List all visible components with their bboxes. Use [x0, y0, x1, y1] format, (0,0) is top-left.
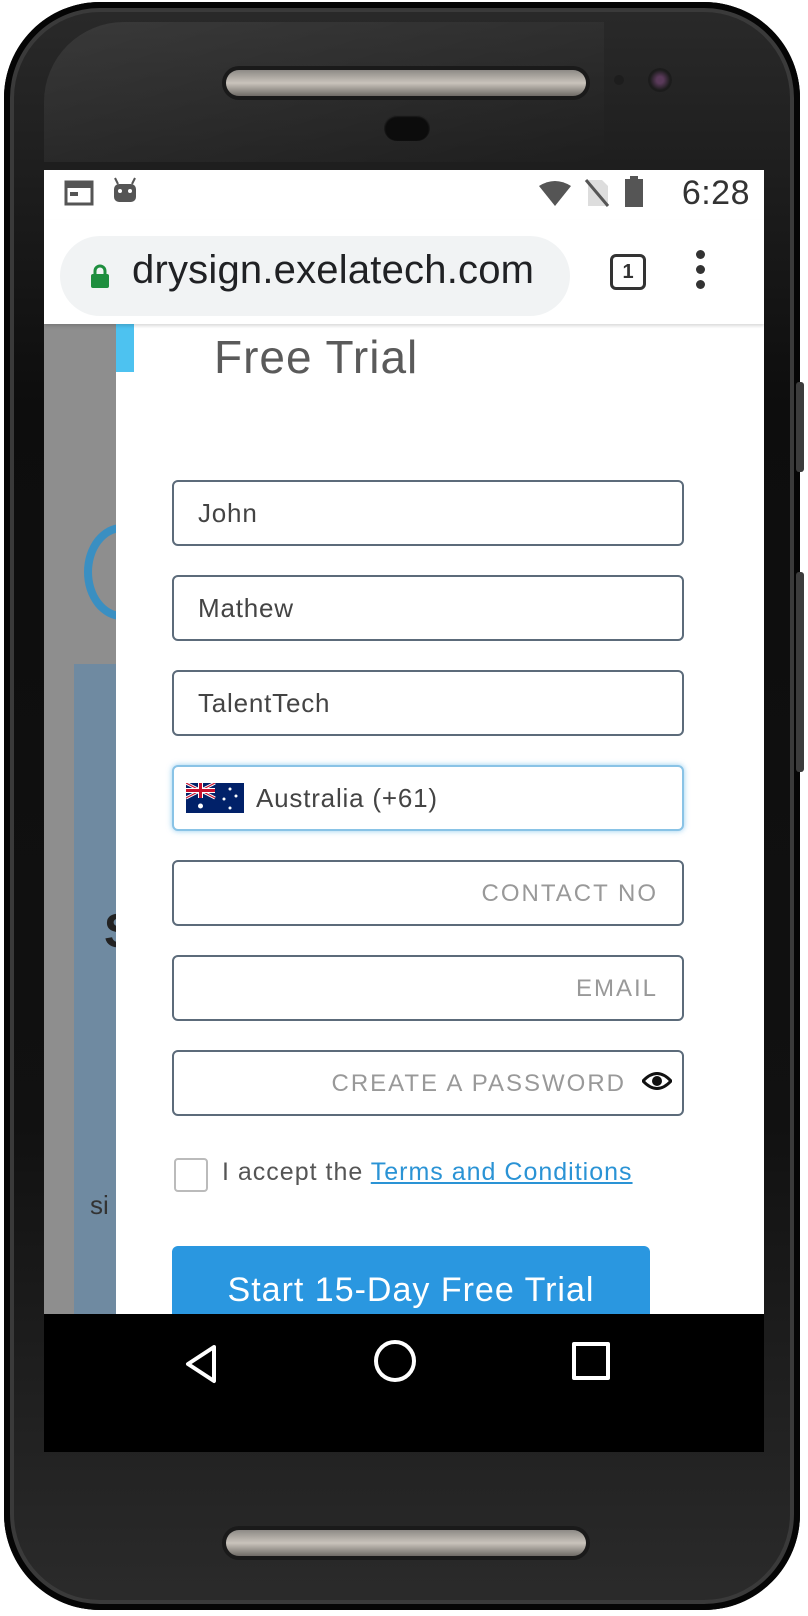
- company-value: TalentTech: [198, 688, 331, 718]
- address-bar[interactable]: drysign.exelatech.com: [60, 236, 570, 316]
- screen: 6:28 drysign.exelatech.com 1 S si Free T…: [44, 170, 764, 1452]
- contact-placeholder: CONTACT NO: [481, 880, 658, 907]
- url-text: drysign.exelatech.com: [132, 248, 535, 292]
- android-nav-bar: [44, 1314, 764, 1410]
- home-icon[interactable]: [374, 1340, 416, 1382]
- android-icon: [114, 177, 136, 202]
- overflow-menu-icon[interactable]: [694, 250, 706, 296]
- power-button: [796, 572, 804, 772]
- light-sensor: [614, 75, 624, 85]
- calendar-icon: [64, 180, 94, 206]
- password-field[interactable]: CREATE A PASSWORD: [172, 1050, 684, 1116]
- recents-icon[interactable]: [572, 1342, 610, 1380]
- company-field[interactable]: TalentTech: [172, 670, 684, 736]
- terms-link[interactable]: Terms and Conditions: [371, 1158, 633, 1186]
- first-name-value: John: [198, 498, 258, 528]
- australia-flag-icon: [186, 783, 244, 813]
- proximity-sensor: [384, 115, 430, 141]
- status-clock: 6:28: [681, 174, 750, 212]
- wifi-icon: [539, 181, 571, 206]
- country-value: Australia (+61): [256, 783, 438, 813]
- password-placeholder: CREATE A PASSWORD: [331, 1070, 626, 1097]
- nav-bar-bottom: [44, 1410, 764, 1452]
- background-text-fragment: si: [90, 1190, 109, 1220]
- last-name-value: Mathew: [198, 593, 294, 623]
- email-placeholder: EMAIL: [575, 975, 658, 1002]
- contact-number-field[interactable]: CONTACT NO: [172, 860, 684, 926]
- volume-button: [796, 382, 804, 472]
- no-sim-icon: [584, 179, 610, 207]
- status-bar: 6:28: [44, 170, 764, 220]
- earpiece-speaker: [226, 70, 586, 96]
- modal-title: Free Trial: [214, 331, 419, 383]
- last-name-field[interactable]: Mathew: [172, 575, 684, 641]
- tab-switcher-button[interactable]: 1: [610, 254, 646, 290]
- lock-icon: [91, 264, 109, 288]
- modal-accent-bar: [116, 324, 134, 372]
- country-select[interactable]: Australia (+61): [172, 765, 684, 831]
- first-name-field[interactable]: John: [172, 480, 684, 546]
- browser-toolbar: drysign.exelatech.com 1: [44, 220, 764, 324]
- front-camera: [648, 68, 672, 92]
- terms-checkbox[interactable]: [174, 1158, 208, 1192]
- terms-label: I accept the Terms and Conditions: [222, 1158, 633, 1187]
- eye-icon[interactable]: [642, 1070, 672, 1092]
- bottom-speaker: [226, 1530, 586, 1556]
- accept-prefix: I accept the: [222, 1158, 364, 1186]
- back-icon[interactable]: [184, 1344, 218, 1384]
- email-field[interactable]: EMAIL: [172, 955, 684, 1021]
- battery-icon: [625, 176, 643, 207]
